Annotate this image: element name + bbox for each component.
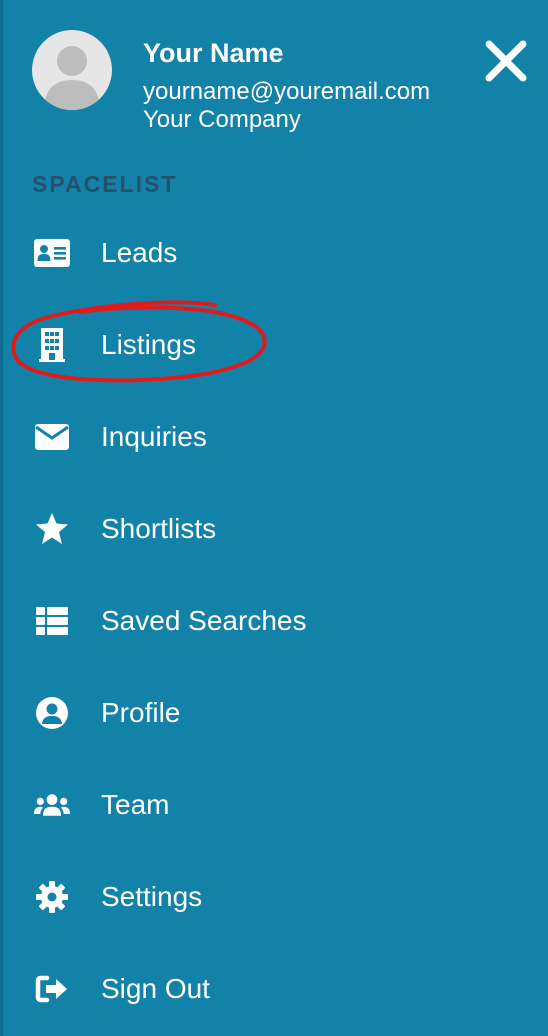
user-email: yourname@youremail.com xyxy=(143,78,431,105)
nav-item-shortlists[interactable]: Shortlists xyxy=(0,494,548,564)
nav-label: Listings xyxy=(101,329,196,360)
users-icon xyxy=(34,787,70,823)
nav-item-inquiries[interactable]: Inquiries xyxy=(0,402,548,472)
close-icon xyxy=(485,40,527,82)
sign-out-icon xyxy=(34,971,70,1007)
nav-item-settings[interactable]: Settings xyxy=(0,862,548,932)
nav-label: Inquiries xyxy=(101,421,207,452)
user-company: Your Company xyxy=(143,106,301,133)
nav-label: Sign Out xyxy=(101,973,210,1004)
user-name: Your Name xyxy=(143,38,284,68)
nav-item-team[interactable]: Team xyxy=(0,770,548,840)
nav-label: Profile xyxy=(101,697,181,728)
star-icon xyxy=(34,511,70,547)
section-label: SPACELIST xyxy=(32,171,178,197)
profile-header: Your Name yourname@youremail.com Your Co… xyxy=(0,0,548,150)
nav-label: Team xyxy=(101,789,170,820)
nav-item-leads[interactable]: Leads xyxy=(0,218,548,288)
list-icon xyxy=(34,603,70,639)
nav-item-listings[interactable]: Listings xyxy=(0,310,548,380)
gear-icon xyxy=(34,879,70,915)
building-icon xyxy=(34,327,70,363)
nav-label: Shortlists xyxy=(101,513,217,544)
nav-label: Saved Searches xyxy=(101,605,307,636)
nav-item-profile[interactable]: Profile xyxy=(0,678,548,748)
nav-item-sign-out[interactable]: Sign Out xyxy=(0,954,548,1024)
nav-item-saved-searches[interactable]: Saved Searches xyxy=(0,586,548,656)
avatar xyxy=(32,30,112,110)
envelope-icon xyxy=(34,419,70,455)
user-circle-icon xyxy=(34,695,70,731)
id-card-icon xyxy=(34,235,70,271)
nav-label: Settings xyxy=(101,881,203,912)
close-button[interactable] xyxy=(481,36,531,86)
nav-label: Leads xyxy=(101,237,178,268)
